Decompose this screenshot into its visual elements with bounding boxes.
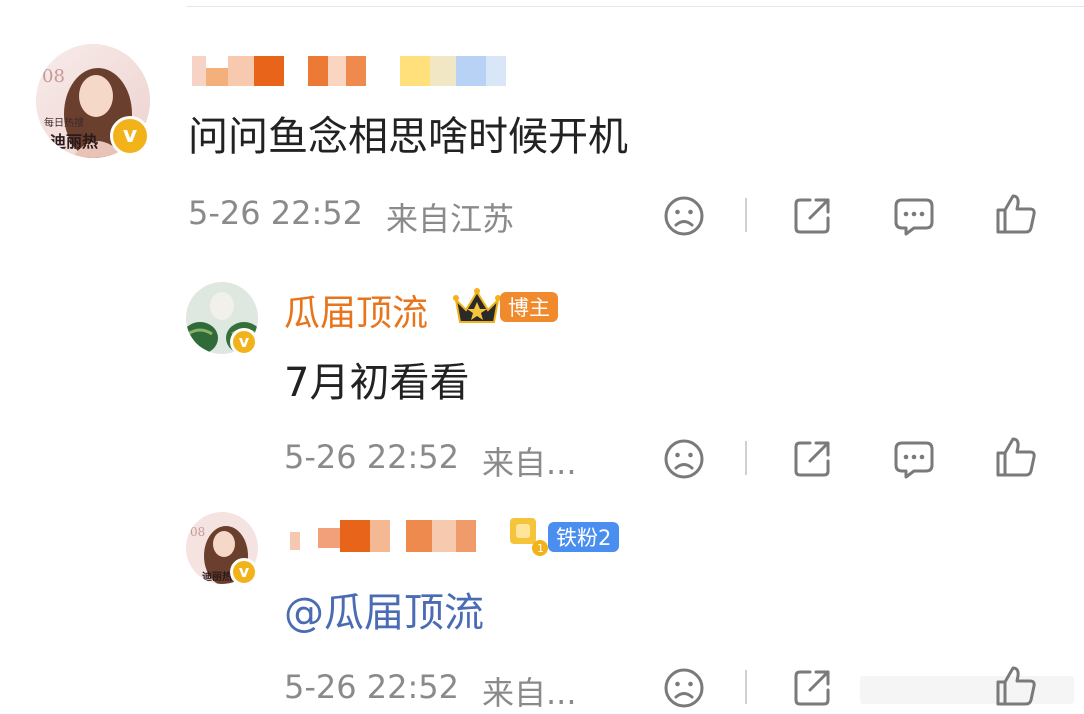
comment-location: 来自江苏	[386, 200, 515, 238]
comment-text: 问问鱼念相思啥时候开机	[188, 114, 628, 160]
sad-face-icon[interactable]	[662, 194, 706, 238]
comment-icon[interactable]	[892, 437, 936, 481]
svg-text:08: 08	[190, 525, 205, 539]
action-separator	[745, 198, 747, 232]
reply-location: 来自...	[482, 444, 577, 482]
avatar-caption-line1: 每日热搜	[44, 118, 84, 129]
svg-text:1: 1	[537, 542, 544, 555]
action-separator	[745, 670, 747, 704]
avatar-caption-line2: 迪丽热	[202, 572, 232, 583]
reply-time: 5-26 22:52	[284, 668, 460, 706]
avatar-caption-line2: 迪丽热	[50, 132, 99, 151]
reply-location: 来自...	[482, 674, 577, 712]
verified-badge-icon: v	[110, 116, 150, 156]
like-icon[interactable]	[994, 192, 1038, 236]
comment-icon[interactable]	[892, 194, 936, 238]
fan-level-icon: 1	[506, 516, 548, 556]
comment-time: 5-26 22:52	[188, 194, 364, 232]
fan-badge: 铁粉2	[548, 522, 620, 552]
reply-mention[interactable]: @瓜届顶流	[284, 580, 484, 638]
reply-text: 7月初看看	[284, 360, 470, 406]
verified-badge-icon: v	[230, 558, 258, 586]
reply-username[interactable]: 瓜届顶流	[284, 284, 428, 336]
sad-face-icon[interactable]	[662, 666, 706, 710]
sad-face-icon[interactable]	[662, 437, 706, 481]
crown-level-icon	[452, 286, 502, 326]
share-icon[interactable]	[790, 194, 834, 238]
share-icon[interactable]	[790, 437, 834, 481]
like-icon[interactable]	[994, 664, 1038, 708]
top-divider	[186, 6, 1084, 7]
verified-badge-icon: v	[230, 328, 258, 356]
blurred-username	[290, 520, 476, 552]
svg-text:08: 08	[42, 66, 65, 87]
action-separator	[745, 441, 747, 475]
blurred-username	[192, 56, 506, 86]
share-icon[interactable]	[790, 666, 834, 710]
blogger-badge: 博主	[500, 292, 558, 322]
watermark-bar	[860, 676, 1074, 704]
reply-time: 5-26 22:52	[284, 438, 460, 476]
like-icon[interactable]	[994, 435, 1038, 479]
